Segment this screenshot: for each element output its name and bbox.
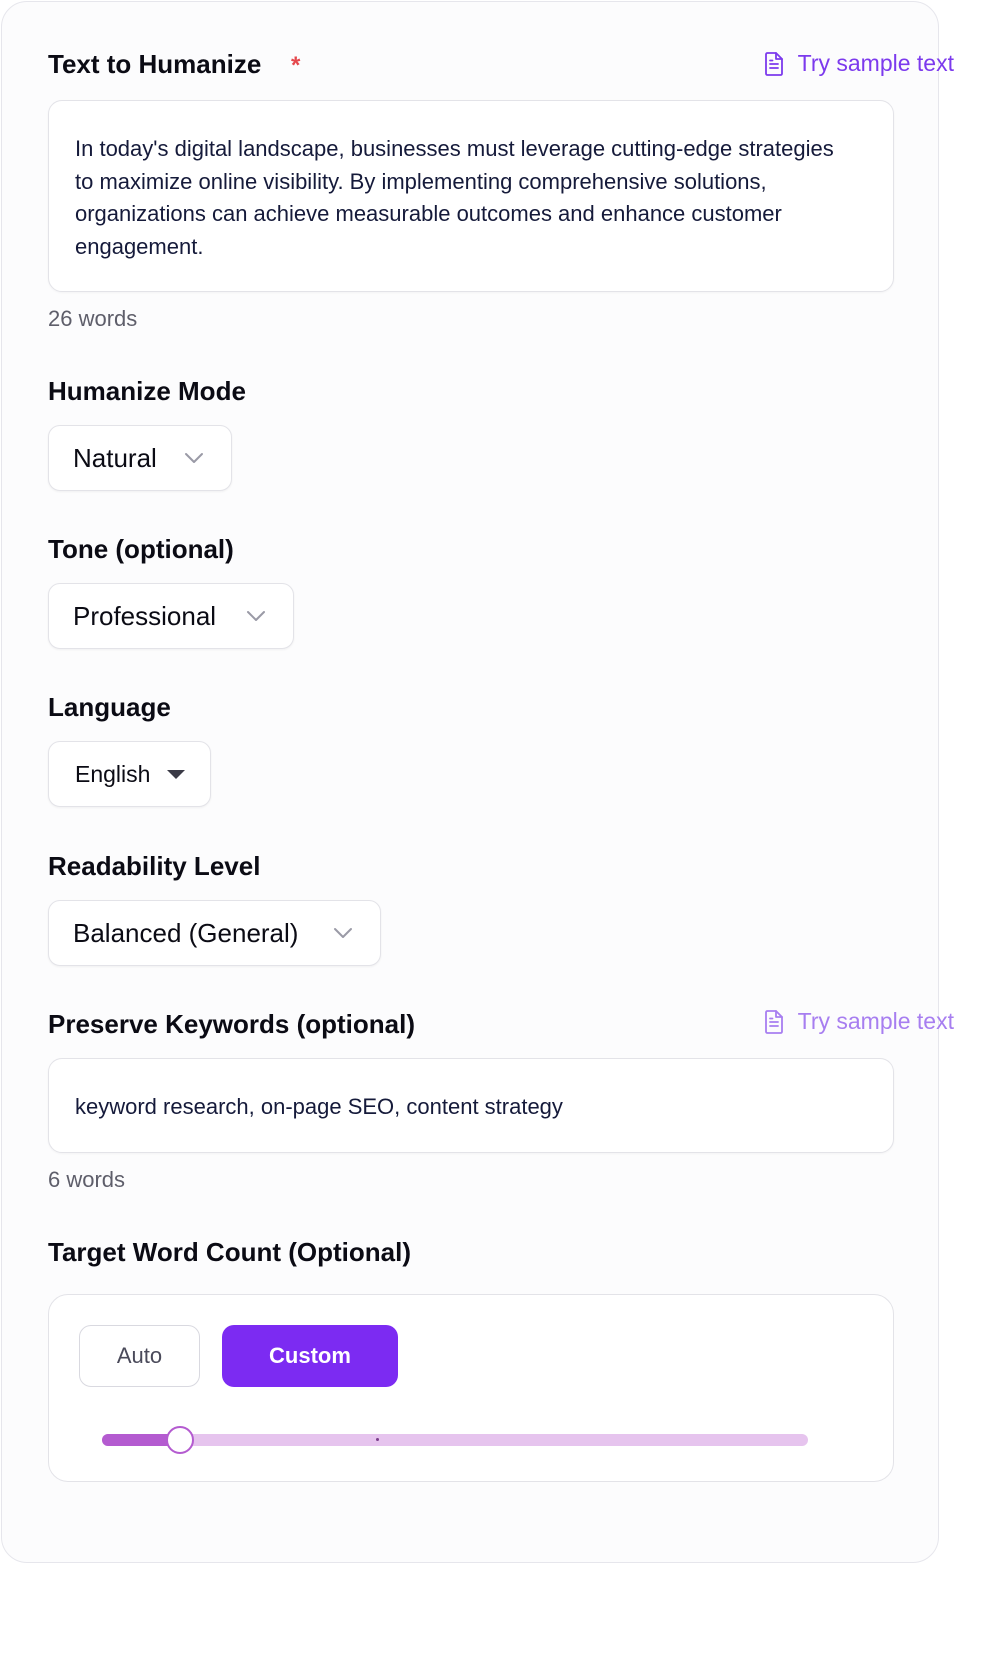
try-sample-text-label: Try sample text xyxy=(797,50,954,76)
target-word-count-panel: Auto Custom xyxy=(48,1294,894,1482)
readability-level-select[interactable]: Balanced (General) xyxy=(48,900,381,966)
tone-select[interactable]: Professional xyxy=(48,583,294,649)
keywords-try-sample-text-link[interactable]: Try sample text xyxy=(762,1008,954,1035)
caret-down-icon xyxy=(167,770,185,779)
readability-level-label: Readability Level xyxy=(48,851,261,881)
try-sample-text-link[interactable]: Try sample text xyxy=(762,50,954,77)
custom-button[interactable]: Custom xyxy=(222,1325,398,1387)
language-label: Language xyxy=(48,692,171,722)
language-select[interactable]: English xyxy=(48,741,211,807)
preserve-keywords-input[interactable]: keyword research, on-page SEO, content s… xyxy=(48,1058,894,1153)
text-word-count: 26 words xyxy=(48,306,138,331)
text-to-humanize-input[interactable]: In today's digital landscape, businesses… xyxy=(48,100,894,292)
document-icon xyxy=(764,1009,783,1034)
chevron-down-icon xyxy=(185,453,203,463)
tone-value: Professional xyxy=(73,600,217,631)
word-count-slider-thumb[interactable] xyxy=(165,1426,194,1454)
humanize-mode-label: Humanize Mode xyxy=(48,376,246,406)
chevron-down-icon xyxy=(334,928,352,938)
keywords-word-count: 6 words xyxy=(48,1167,126,1192)
preserve-keywords-value: keyword research, on-page SEO, content s… xyxy=(75,1094,563,1119)
text-to-humanize-value: In today's digital landscape, businesses… xyxy=(75,136,834,259)
slider-midpoint-tick xyxy=(376,1438,379,1441)
keywords-try-sample-text-label: Try sample text xyxy=(797,1008,954,1034)
humanize-mode-value: Natural xyxy=(73,442,157,473)
tone-label: Tone (optional) xyxy=(48,534,234,564)
preserve-keywords-label: Preserve Keywords (optional) xyxy=(48,1009,415,1039)
required-asterisk: * xyxy=(291,52,301,79)
readability-level-value: Balanced (General) xyxy=(73,917,299,948)
auto-button[interactable]: Auto xyxy=(79,1325,200,1387)
word-count-slider-track[interactable] xyxy=(102,1434,808,1446)
language-value: English xyxy=(75,760,151,787)
chevron-down-icon xyxy=(247,611,265,621)
text-to-humanize-label: Text to Humanize xyxy=(48,49,262,79)
humanize-mode-select[interactable]: Natural xyxy=(48,425,232,491)
document-icon xyxy=(764,51,783,76)
target-word-count-label: Target Word Count (Optional) xyxy=(48,1237,411,1267)
